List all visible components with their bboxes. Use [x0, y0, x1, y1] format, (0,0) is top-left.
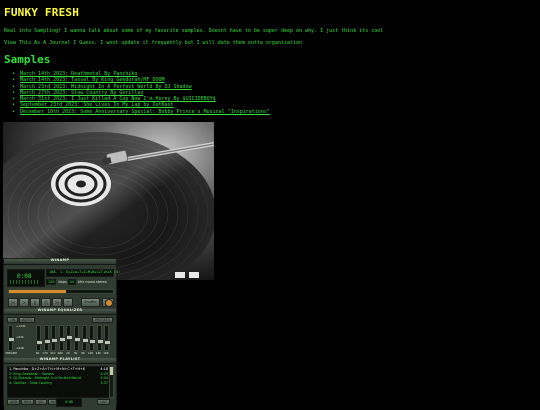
playlist: 1. Panchiko - D+Z+A+T+I+M+N+C+T+H+K 4:18 … [7, 366, 110, 398]
samples-list: • March 14th 2023: Deathmetal By Panchiko… [12, 71, 270, 115]
sample-link[interactable]: September 23rd 2023: She Lives In My Lap… [20, 102, 174, 108]
bullet-icon: • [12, 108, 16, 115]
playlist-scrollbar-thumb[interactable] [110, 367, 113, 375]
next-button[interactable]: >| [52, 298, 62, 307]
eq-band-slider-310-knob[interactable] [51, 337, 59, 343]
speed-button-45 [189, 272, 199, 278]
kbps-readout: 128 [46, 279, 57, 285]
equalizer-title: WINAMP EQUALIZER [37, 308, 83, 312]
eq-band-slider-3k-knob[interactable] [74, 336, 81, 342]
play-button[interactable]: > [19, 298, 29, 307]
eq-band-slider-14k-knob[interactable] [96, 339, 104, 345]
winamp-main-window: 0:08 108. 1. D+Z+A+T+I+M+N+C+T+H+K (4: 1… [4, 265, 120, 309]
eq-band-slider-3k[interactable] [74, 325, 81, 351]
transport-controls: |<>||[]>|^ ShuffleRep [8, 298, 115, 307]
eq-band-slider-170-knob[interactable] [43, 338, 51, 344]
site-title: FUNKY FRESH [4, 6, 80, 19]
song-marquee-text: 108. 1. D+Z+A+T+I+M+N+C+T+H+K (4: [49, 270, 121, 274]
sample-link[interactable]: March 23rd 2023: Midnight In A Perfect W… [20, 84, 192, 90]
mono-indicator: mono [85, 280, 95, 284]
eq-band-slider-16k-knob[interactable] [104, 339, 112, 345]
playlist-row[interactable]: 4. Gorillaz - Slow Country 3:37 [8, 381, 109, 386]
sample-link[interactable]: December 10th 2023: Some Anniversary Spe… [20, 109, 270, 115]
eq-db-mid: +0db [16, 335, 24, 339]
eq-band-slider-6k-knob[interactable] [81, 337, 89, 343]
eq-band-slider-310[interactable] [51, 325, 59, 351]
sample-link[interactable]: March 31st 2023: I Just Killed A Cop Now… [20, 96, 216, 102]
winamp-logo-icon [105, 299, 113, 307]
playlist-row-title: 4. Gorillaz - Slow Country [9, 380, 52, 385]
eq-band-slider-1k-knob[interactable] [66, 335, 74, 341]
seek-bar[interactable] [8, 289, 114, 294]
stereo-indicator: stereo [96, 280, 107, 284]
eq-sliders: +12db +0db -12db PREAMP 60 170 310 600 1K 3K 6K… [5, 324, 112, 355]
eq-band-slider-60-knob[interactable] [36, 339, 43, 345]
khz-readout: 44 [67, 279, 76, 285]
eq-toggles: ON AUTO [7, 317, 36, 323]
eq-band-slider-170[interactable] [43, 325, 51, 351]
eq-band-slider-14k[interactable] [96, 325, 104, 351]
playlist-remove-button[interactable]: REM [21, 399, 35, 405]
playlist-title: WINAMP PLAYLIST [39, 357, 81, 361]
sample-link[interactable]: March 14th 2023: Deathmetal By Panchiko [20, 71, 137, 77]
eq-band-slider-1k[interactable] [66, 325, 74, 351]
song-marquee: 108. 1. D+Z+A+T+I+M+N+C+T+H+K (4: [46, 269, 120, 277]
eq-preamp-slider[interactable] [8, 325, 15, 351]
section-heading-samples: Samples [4, 53, 51, 66]
eq-db-bottom: -12db [16, 346, 25, 350]
eq-band-slider-600[interactable] [58, 325, 66, 351]
eq-band-slider-12k-knob[interactable] [89, 338, 97, 344]
eq-db-top: +12db [16, 324, 26, 328]
playlist-mini-time: 0:08 [56, 398, 82, 407]
eq-band-slider-6k[interactable] [81, 325, 89, 351]
eject-button[interactable]: ^ [63, 298, 73, 307]
playlist-scrollbar[interactable] [109, 366, 114, 398]
eq-presets-button[interactable]: PRESETS [91, 317, 113, 323]
speed-button-33 [175, 272, 185, 278]
eq-band-slider-60[interactable] [36, 325, 43, 351]
playlist-buttons: ADD REM SEL MISC [7, 399, 63, 405]
visualizer [10, 280, 40, 284]
turntable-photo [3, 122, 214, 280]
playlist-add-button[interactable]: ADD [7, 399, 21, 405]
sample-link[interactable]: March 14th 2023: Tassel By King Geedorah… [20, 77, 165, 83]
stop-button[interactable]: [] [41, 298, 51, 307]
winamp-player: WINAMP 0:08 108. 1. D+Z+A+T+I+M+N+C+T+H+… [3, 258, 120, 410]
kbps-unit: kbps [58, 280, 68, 284]
winamp-time: 0:08 [17, 273, 32, 280]
winamp-title: WINAMP [50, 258, 70, 262]
eq-auto-toggle[interactable]: AUTO [19, 317, 35, 323]
eq-band-slider-600-knob[interactable] [58, 336, 66, 342]
intro-text-line-1: Real into Sampling! I wanna talk about s… [4, 28, 384, 34]
eq-band-slider-16k-label: 16K [103, 351, 109, 355]
list-item: • December 10th 2023: Some Anniversary Sp… [12, 109, 270, 115]
winamp-display: 0:08 [7, 269, 45, 287]
eq-on-toggle[interactable]: ON [7, 317, 19, 323]
eq-preamp-slider-label: PREAMP [5, 351, 17, 355]
equalizer-window: ON AUTO PRESETS +12db +0db -12db PREAMP 60… [4, 315, 116, 358]
winamp-info: 128 kbps 44 kHz mono stereo [46, 279, 112, 285]
eq-preamp-slider-knob[interactable] [8, 336, 15, 342]
playlist-select-button[interactable]: SEL [35, 399, 47, 405]
playlist-list-button[interactable]: LIST [97, 399, 110, 405]
eq-band-slider-16k[interactable] [104, 325, 112, 351]
shuffle-toggle[interactable]: Shuffle [81, 298, 100, 307]
seek-bar-fill [9, 290, 67, 293]
previous-button[interactable]: |< [8, 298, 18, 307]
playlist-row-duration: 3:37 [100, 380, 108, 385]
intro-text-line-2: View This As A Journal I Guess. I wont u… [4, 40, 303, 46]
pause-button[interactable]: || [30, 298, 40, 307]
playlist-window: 1. Panchiko - D+Z+A+T+I+M+N+C+T+H+K 4:18 … [4, 364, 116, 410]
turntable-image [3, 122, 214, 280]
eq-band-slider-12k[interactable] [89, 325, 97, 351]
sample-link[interactable]: March 27th 2023: Slow Country By Gorilla… [20, 90, 143, 96]
